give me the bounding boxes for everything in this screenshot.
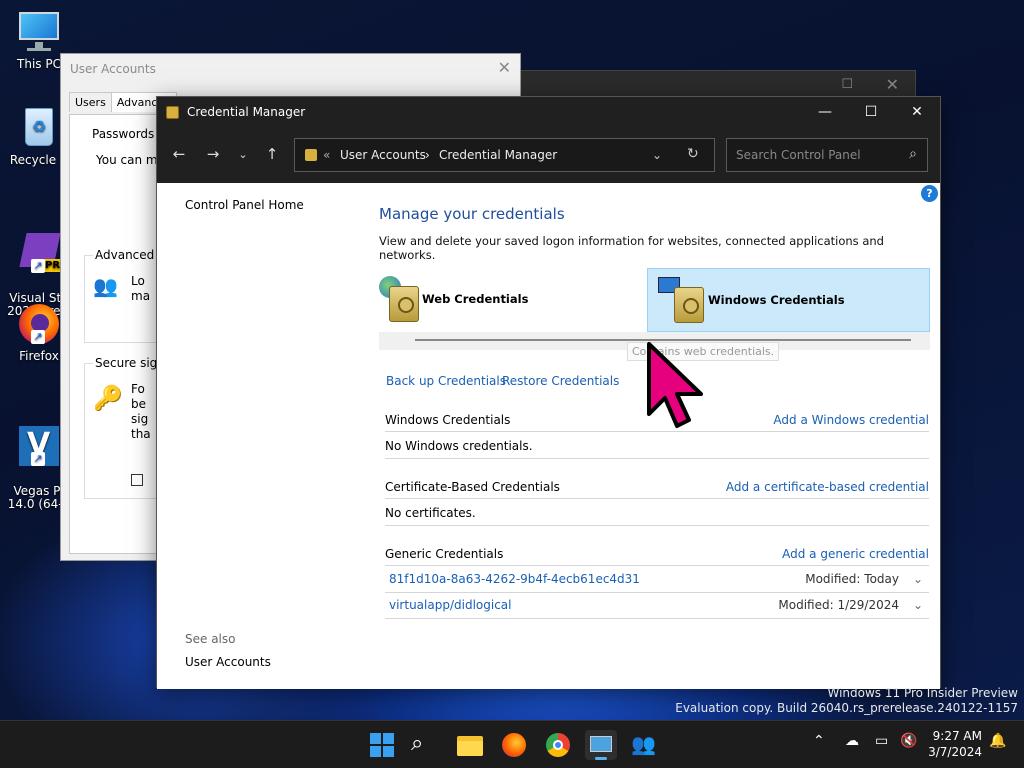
users-icon: 👥 xyxy=(93,274,118,298)
group-text: Fo be sig tha xyxy=(131,382,151,441)
shortcut-arrow-icon: ↗ xyxy=(31,330,45,344)
watermark-line1: Windows 11 Pro Insider Preview xyxy=(827,686,1018,700)
window-title: User Accounts xyxy=(70,62,156,76)
display-icon[interactable]: ▭ xyxy=(875,733,888,749)
section-header: Certificate-Based Credentials xyxy=(385,480,560,494)
clock-time: 9:27 AM xyxy=(932,729,982,743)
checkbox[interactable] xyxy=(131,474,143,486)
credential-modified: Modified: 1/29/2024 xyxy=(778,598,899,612)
backup-credentials-link[interactable]: Back up Credentials xyxy=(386,374,506,388)
vegas-pro-icon: V ↗ xyxy=(17,424,61,468)
chevron-up-icon[interactable]: ⌃ xyxy=(813,733,825,749)
up-button[interactable]: ↑ xyxy=(262,145,282,163)
shortcut-arrow-icon: ↗ xyxy=(31,452,45,466)
page-title: Manage your credentials xyxy=(379,205,565,223)
search-icon[interactable]: ⌕ xyxy=(909,146,917,162)
content-area: ? Control Panel Home See also User Accou… xyxy=(157,183,940,689)
control-panel-home-link[interactable]: Control Panel Home xyxy=(185,198,304,212)
restore-credentials-link[interactable]: Restore Credentials xyxy=(502,374,619,388)
maximize-button[interactable]: ☐ xyxy=(848,97,894,129)
navigation-bar: ← → ⌄ ↑ « User Accounts › Credential Man… xyxy=(157,129,940,183)
windows-credentials-tab[interactable]: Windows Credentials xyxy=(647,268,930,332)
see-also-label: See also xyxy=(185,632,236,646)
title-bar[interactable]: Credential Manager — ☐ ✕ xyxy=(157,97,940,129)
chrome-icon[interactable] xyxy=(543,730,573,760)
control-panel-icon xyxy=(305,149,317,161)
user-accounts-link[interactable]: User Accounts xyxy=(185,655,271,669)
credential-name[interactable]: 81f1d10a-8a63-4262-9b4f-4ecb61ec4d31 xyxy=(389,572,640,586)
group-text: You can ma xyxy=(96,153,165,167)
help-icon[interactable]: ? xyxy=(921,185,938,202)
section-header: Generic Credentials xyxy=(385,547,504,561)
breadcrumb-overflow[interactable]: « xyxy=(323,148,330,162)
user-accounts-taskbar-icon[interactable]: 👥 xyxy=(631,730,661,760)
credential-row[interactable]: virtualapp/didlogical Modified: 1/29/202… xyxy=(385,598,929,618)
start-icon[interactable] xyxy=(367,730,397,760)
section-header: Windows Credentials xyxy=(385,413,511,427)
web-credentials-tab[interactable]: Web Credentials xyxy=(379,268,641,332)
windows-credentials-label: Windows Credentials xyxy=(708,293,845,307)
credential-manager-icon xyxy=(166,106,179,119)
minimize-button[interactable]: — xyxy=(802,97,848,129)
back-button[interactable]: ← xyxy=(169,145,189,163)
add-certificate-credential-link[interactable]: Add a certificate-based credential xyxy=(726,480,929,494)
close-icon[interactable]: ✕ xyxy=(498,58,511,77)
chevron-down-icon[interactable]: ⌄ xyxy=(913,572,923,586)
group-title: Passwords xyxy=(92,127,155,141)
maximize-icon: ☐ xyxy=(841,77,853,92)
vault-icon xyxy=(389,286,419,322)
breadcrumb-separator: › xyxy=(425,148,430,162)
group-text: Lo ma xyxy=(131,274,151,303)
search-icon[interactable]: ⌕ xyxy=(411,730,441,760)
network-offline-icon[interactable]: ☁ xyxy=(845,733,859,749)
mouse-cursor-icon xyxy=(647,342,703,428)
volume-muted-icon[interactable]: 🔇 xyxy=(900,733,917,749)
clock-date: 3/7/2024 xyxy=(928,745,982,759)
control-panel-taskbar-icon[interactable] xyxy=(585,730,617,760)
credential-manager-window[interactable]: Credential Manager — ☐ ✕ ← → ⌄ ↑ « User … xyxy=(156,96,941,689)
visual-studio-icon: PRE ↗ xyxy=(17,231,69,275)
page-description: View and delete your saved logon informa… xyxy=(379,234,884,262)
chevron-down-icon[interactable]: ⌄ xyxy=(652,148,662,162)
recent-locations-button[interactable]: ⌄ xyxy=(233,148,253,161)
add-windows-credential-link[interactable]: Add a Windows credential xyxy=(773,413,929,427)
web-credentials-label: Web Credentials xyxy=(422,292,529,306)
chevron-down-icon[interactable]: ⌄ xyxy=(913,598,923,612)
firefox-icon: ↗ xyxy=(17,302,61,346)
address-bar[interactable]: « User Accounts › Credential Manager ⌄ ↻ xyxy=(294,138,715,172)
desktop-icon-label: This PC xyxy=(17,57,61,71)
notification-bell-icon[interactable]: 🔔 xyxy=(989,733,1006,749)
close-icon: ✕ xyxy=(885,75,899,94)
breadcrumb-credential-manager[interactable]: Credential Manager xyxy=(439,148,557,162)
forward-button[interactable]: → xyxy=(203,145,223,163)
window-title: Credential Manager xyxy=(187,105,306,119)
search-box[interactable]: Search Control Panel ⌕ xyxy=(726,138,928,172)
watermark-line2: Evaluation copy. Build 26040.rs_prerelea… xyxy=(675,701,1018,715)
desktop-icon-label: Firefox xyxy=(19,349,59,363)
search-input[interactable]: Search Control Panel xyxy=(736,148,861,162)
add-generic-credential-link[interactable]: Add a generic credential xyxy=(782,547,929,561)
clock[interactable]: 9:27 AM 3/7/2024 xyxy=(928,728,982,760)
vault-icon xyxy=(674,287,704,323)
tab-users[interactable]: Users xyxy=(69,92,112,112)
credential-row[interactable]: 81f1d10a-8a63-4262-9b4f-4ecb61ec4d31 Mod… xyxy=(385,572,929,592)
close-button[interactable]: ✕ xyxy=(894,97,940,129)
monitor-icon xyxy=(17,10,61,54)
breadcrumb-user-accounts[interactable]: User Accounts xyxy=(340,148,426,162)
refresh-icon[interactable]: ↻ xyxy=(687,146,699,162)
file-explorer-icon[interactable] xyxy=(455,730,485,760)
credential-modified: Modified: Today xyxy=(805,572,899,586)
credential-name[interactable]: virtualapp/didlogical xyxy=(389,598,511,612)
taskbar: ⌕ 👥 ⌃ ☁ ▭ 🔇 9:27 AM 3/7/2024 🔔 xyxy=(0,720,1024,768)
firefox-icon[interactable] xyxy=(499,730,529,760)
recycle-bin-icon: ♻ xyxy=(17,106,61,150)
shortcut-arrow-icon: ↗ xyxy=(31,259,45,273)
key-icon: 🔑 xyxy=(93,384,123,412)
